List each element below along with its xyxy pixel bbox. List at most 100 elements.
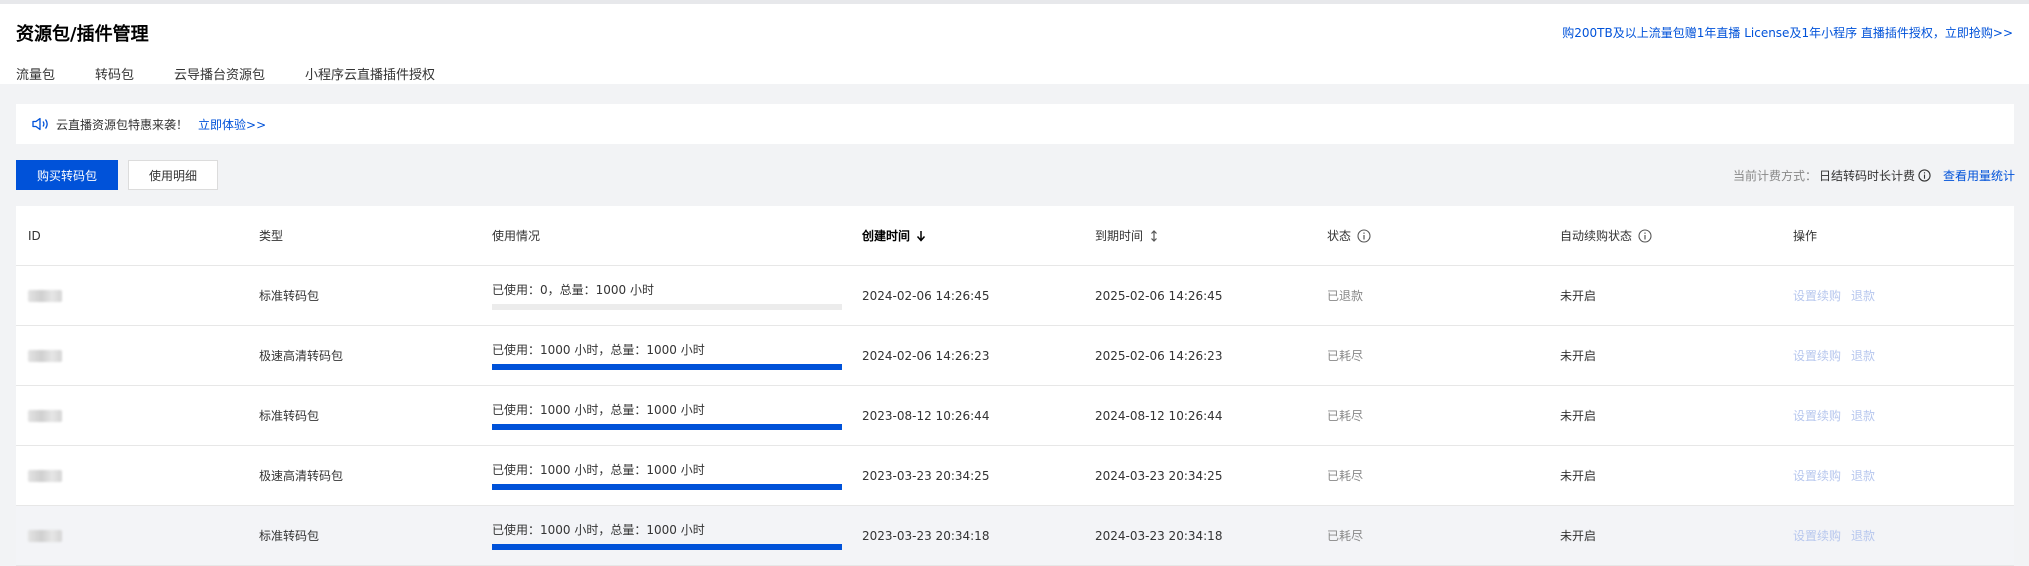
refund-link[interactable]: 退款 [1851,287,1875,304]
buy-transcode-button[interactable]: 购买转码包 [16,160,118,190]
row-id-masked [28,386,62,445]
row-id-masked [28,446,62,505]
sort-icon[interactable] [1149,229,1159,242]
set-renew-link[interactable]: 设置续购 [1793,347,1841,364]
tab-director-package[interactable]: 云导播台资源包 [174,64,265,83]
row-auto-renew: 未开启 [1560,409,1597,423]
row-expires: 2025-02-06 14:26:23 [1095,348,1223,363]
refund-link[interactable]: 退款 [1851,407,1875,424]
row-id-masked [28,266,62,325]
row-auto-renew: 未开启 [1560,529,1597,543]
usage-progress-fill [492,484,842,490]
row-expires: 2024-08-12 10:26:44 [1095,408,1223,423]
column-header-actions: 操作 [1793,229,1818,243]
row-expires: 2025-02-06 14:26:45 [1095,288,1223,303]
row-type: 标准转码包 [259,409,320,423]
row-actions: 设置续购 退款 [1793,506,1885,565]
set-renew-link[interactable]: 设置续购 [1793,527,1841,544]
usage-progress-fill [492,424,842,430]
masked-id [28,469,62,482]
column-header-status-label: 状态 [1327,229,1352,243]
masked-id [28,349,62,362]
usage-text: 已使用：1000 小时，总量：1000 小时 [492,343,705,357]
usage-progress-bar [492,304,842,310]
row-status: 已退款 [1327,289,1364,303]
tab-traffic-package[interactable]: 流量包 [16,64,55,83]
usage-progress-bar [492,484,842,490]
page-title: 资源包/插件管理 [16,24,149,45]
column-header-created[interactable]: 创建时间 [862,206,926,265]
set-renew-link[interactable]: 设置续购 [1793,467,1841,484]
usage-progress-fill [492,364,842,370]
usage-progress-bar [492,364,842,370]
row-type: 标准转码包 [259,289,320,303]
row-auto-renew: 未开启 [1560,289,1597,303]
usage-progress-bar [492,544,842,550]
row-type: 极速高清转码包 [259,469,344,483]
info-icon[interactable] [1357,228,1371,243]
usage-text: 已使用：1000 小时，总量：1000 小时 [492,403,705,417]
column-header-expires[interactable]: 到期时间 [1095,206,1159,265]
row-actions: 设置续购 退款 [1793,266,1885,325]
column-header-status: 状态 [1327,206,1371,265]
refund-link[interactable]: 退款 [1851,347,1875,364]
masked-id [28,529,62,542]
table-header: ID 类型 使用情况 创建时间 到期时间 状态 自动续购状态 操作 [16,206,2014,266]
row-created: 2023-03-23 20:34:25 [862,468,990,483]
speaker-icon [32,117,48,131]
set-renew-link[interactable]: 设置续购 [1793,287,1841,304]
billing-value: 日结转码时长计费 [1818,169,1915,183]
row-created: 2024-02-06 14:26:45 [862,288,990,303]
usage-text: 已使用：1000 小时，总量：1000 小时 [492,463,705,477]
sort-descending-icon[interactable] [916,230,926,242]
promo-link[interactable]: 购200TB及以上流量包赠1年直播 License及1年小程序 直播插件授权，立… [1562,24,2013,41]
row-type: 标准转码包 [259,529,320,543]
table-row: 标准转码包 已使用：0，总量：1000 小时 2024-02-06 14:26:… [16,266,2014,326]
row-id-masked [28,506,62,565]
info-icon[interactable] [1918,169,1931,182]
row-status: 已耗尽 [1327,469,1364,483]
transcode-package-table: ID 类型 使用情况 创建时间 到期时间 状态 自动续购状态 操作 标准转码包 … [16,206,2014,566]
usage-stats-link[interactable]: 查看用量统计 [1943,167,2015,184]
row-auto-renew: 未开启 [1560,349,1597,363]
table-row: 标准转码包 已使用：1000 小时，总量：1000 小时 2023-08-12 … [16,386,2014,446]
row-usage: 已使用：0，总量：1000 小时 [492,266,842,325]
notice-try-link[interactable]: 立即体验>> [198,116,266,133]
usage-detail-button[interactable]: 使用明细 [128,160,218,190]
set-renew-link[interactable]: 设置续购 [1793,407,1841,424]
notice-bar: 云直播资源包特惠来袭！ 立即体验>> [16,104,2014,144]
info-icon[interactable] [1638,228,1652,243]
tab-transcode-package[interactable]: 转码包 [95,64,134,83]
refund-link[interactable]: 退款 [1851,467,1875,484]
row-actions: 设置续购 退款 [1793,386,1885,445]
refund-link[interactable]: 退款 [1851,527,1875,544]
row-usage: 已使用：1000 小时，总量：1000 小时 [492,446,842,505]
row-status: 已耗尽 [1327,529,1364,543]
row-actions: 设置续购 退款 [1793,446,1885,505]
column-header-type: 类型 [259,229,284,243]
tab-miniprogram-plugin[interactable]: 小程序云直播插件授权 [305,64,435,83]
row-status: 已耗尽 [1327,349,1364,363]
column-header-id: ID [28,228,41,243]
masked-id [28,289,62,302]
tab-bar: 流量包 转码包 云导播台资源包 小程序云直播插件授权 [16,64,475,83]
usage-progress-bar [492,424,842,430]
row-created: 2023-03-23 20:34:18 [862,528,990,543]
row-created: 2023-08-12 10:26:44 [862,408,990,423]
notice-text: 云直播资源包特惠来袭！ [56,117,189,132]
masked-id [28,409,62,422]
row-usage: 已使用：1000 小时，总量：1000 小时 [492,386,842,445]
column-header-auto-renew: 自动续购状态 [1560,206,1652,265]
page-header: 资源包/插件管理 购200TB及以上流量包赠1年直播 License及1年小程序… [0,0,2029,84]
row-expires: 2024-03-23 20:34:25 [1095,468,1223,483]
row-created: 2024-02-06 14:26:23 [862,348,990,363]
row-expires: 2024-03-23 20:34:18 [1095,528,1223,543]
usage-progress-fill [492,544,842,550]
table-row: 标准转码包 已使用：1000 小时，总量：1000 小时 2023-03-23 … [16,506,2014,566]
row-usage: 已使用：1000 小时，总量：1000 小时 [492,506,842,565]
row-type: 极速高清转码包 [259,349,344,363]
row-auto-renew: 未开启 [1560,469,1597,483]
column-header-created-label: 创建时间 [862,229,911,243]
table-row: 极速高清转码包 已使用：1000 小时，总量：1000 小时 2024-02-0… [16,326,2014,386]
row-status: 已耗尽 [1327,409,1364,423]
